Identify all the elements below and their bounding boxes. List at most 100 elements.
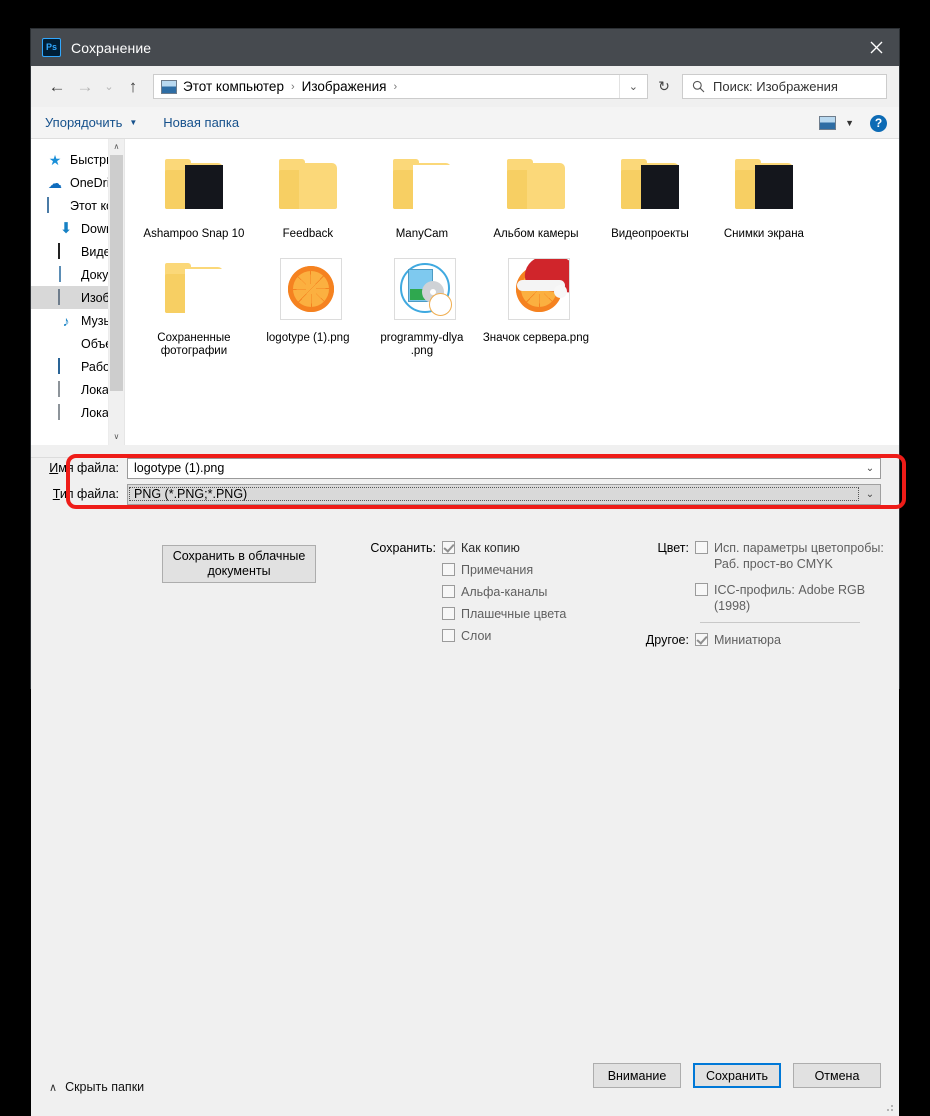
scrollbar-thumb[interactable] xyxy=(109,155,123,391)
breadcrumb-item-1[interactable]: Изображения xyxy=(302,79,387,94)
toolbar: Упорядочить ▼ Новая папка ▼ ? xyxy=(31,107,899,139)
cancel-button[interactable]: Отмена xyxy=(793,1063,881,1088)
music-icon: ♪ xyxy=(62,312,70,329)
close-icon xyxy=(870,41,882,54)
address-bar[interactable]: Этот компьютер › Изображения › ⌄ xyxy=(153,74,648,99)
chevron-up-icon: ∧ xyxy=(49,1081,58,1094)
file-name-label: ManyCam xyxy=(395,228,449,240)
address-dropdown-button[interactable]: ⌄ xyxy=(618,75,647,98)
new-folder-button[interactable]: Новая папка xyxy=(163,115,239,130)
hide-folders-label: Скрыть папки xyxy=(65,1080,145,1094)
chevron-down-icon: ▼ xyxy=(129,118,138,127)
close-button[interactable] xyxy=(853,29,899,66)
list-item[interactable]: Значок сервера.png xyxy=(479,253,593,358)
checkbox-annotations[interactable] xyxy=(442,563,455,576)
hide-folders-button[interactable]: ∧ Скрыть папки xyxy=(49,1080,144,1094)
up-button[interactable]: ↑ xyxy=(119,73,147,101)
breadcrumb-item-0[interactable]: Этот компьютер xyxy=(183,79,284,94)
file-name-label: Сохраненные фотографии xyxy=(157,332,231,357)
help-button[interactable]: ? xyxy=(870,114,887,132)
filename-value: logotype (1).png xyxy=(134,461,225,475)
checkbox-proof-setup[interactable] xyxy=(695,541,708,554)
browser-body: ★ Быстрый доступ ☁ OneDrive Этот компьют… xyxy=(31,139,899,445)
checkbox-thumbnail[interactable] xyxy=(695,633,708,646)
refresh-button[interactable]: ↻ xyxy=(649,74,679,99)
file-name-label: Альбом камеры xyxy=(493,228,579,240)
scroll-up-button[interactable]: ∧ xyxy=(109,139,124,155)
view-layout-icon[interactable] xyxy=(819,116,837,130)
filetype-select[interactable]: PNG (*.PNG;*.PNG) ⌄ xyxy=(127,483,881,505)
dialog-buttons: Внимание Сохранить Отмена xyxy=(593,1063,881,1088)
filetype-row: Тип файла: PNG (*.PNG;*.PNG) ⌄ xyxy=(31,483,899,505)
checkbox-icc-profile[interactable] xyxy=(695,583,708,596)
list-item[interactable]: Альбом камеры xyxy=(479,149,593,241)
list-item[interactable]: programmy-dlya .png xyxy=(365,253,479,358)
file-name-label: Снимки экрана xyxy=(723,228,804,240)
file-name-label: Ashampoo Snap 10 xyxy=(143,228,245,240)
cloud-icon: ☁ xyxy=(48,174,62,191)
filename-input[interactable]: logotype (1).png ⌄ xyxy=(127,457,881,479)
folder-icon xyxy=(157,253,231,327)
checkbox-spot-colors[interactable] xyxy=(442,607,455,620)
option-row: Цвет: Исп. параметры цветопробы: Раб. пр… xyxy=(644,540,889,572)
sidebar-scrollbar[interactable]: ∧ ∨ xyxy=(107,139,124,445)
image-thumbnail xyxy=(385,253,459,327)
list-item[interactable]: Feedback xyxy=(251,149,365,241)
divider xyxy=(31,457,899,458)
folder-icon xyxy=(613,149,687,223)
file-name-label: Значок сервера.png xyxy=(482,332,589,344)
recent-locations-button[interactable]: ⌄ xyxy=(99,73,119,101)
option-label: Миниатюра xyxy=(714,633,781,647)
checkbox-as-copy[interactable] xyxy=(442,541,455,554)
file-list[interactable]: Ashampoo Snap 10 Feedback ManyCam Альбом… xyxy=(123,139,899,445)
save-group-label: Сохранить: xyxy=(370,541,436,555)
folder-icon xyxy=(499,149,573,223)
filename-label: Имя файла: xyxy=(49,461,119,475)
back-button[interactable]: ← xyxy=(43,73,71,101)
documents-icon xyxy=(58,265,74,283)
list-item[interactable]: Ashampoo Snap 10 xyxy=(137,149,251,241)
search-box[interactable]: Поиск: Изображения xyxy=(682,74,887,99)
folder-icon xyxy=(385,149,459,223)
view-options-caret-icon[interactable]: ▼ xyxy=(845,118,854,128)
scroll-down-button[interactable]: ∨ xyxy=(109,429,124,445)
save-button[interactable]: Сохранить xyxy=(693,1063,781,1088)
file-name-label: logotype (1).png xyxy=(266,332,350,344)
option-row: Альфа-каналы xyxy=(358,584,618,600)
organize-label: Упорядочить xyxy=(45,115,123,130)
save-to-cloud-button[interactable]: Сохранить в облачные документы xyxy=(162,545,316,583)
orange-slice-icon xyxy=(287,266,334,312)
file-name-label: Feedback xyxy=(282,228,334,240)
checkbox-layers[interactable] xyxy=(442,629,455,642)
desktop-icon xyxy=(58,357,74,375)
list-item[interactable]: logotype (1).png xyxy=(251,253,365,358)
forward-button[interactable]: → xyxy=(71,73,99,101)
filetype-label: Тип файла: xyxy=(52,487,119,501)
resize-grip[interactable] xyxy=(884,1102,894,1112)
new-folder-label: Новая папка xyxy=(163,115,240,130)
other-group-label: Другое: xyxy=(645,633,689,647)
option-row: Слои xyxy=(358,628,618,644)
option-label: Исп. параметры цветопробы: Раб. прост-во… xyxy=(714,541,884,571)
checkbox-alpha-channels[interactable] xyxy=(442,585,455,598)
folder-icon xyxy=(271,149,345,223)
list-item[interactable]: Видеопроекты xyxy=(593,149,707,241)
option-label: Примечания xyxy=(461,563,534,577)
window-title: Сохранение xyxy=(71,39,152,56)
navigation-bar: ← → ⌄ ↑ Этот компьютер › Изображения › ⌄… xyxy=(31,66,899,107)
warning-button[interactable]: Внимание xyxy=(593,1063,681,1088)
breadcrumb-separator-2: › xyxy=(393,80,398,93)
option-row: ICC-профиль: Adobe RGB (1998) xyxy=(644,582,889,614)
chevron-down-icon[interactable]: ⌄ xyxy=(860,489,880,500)
option-row: Плашечные цвета xyxy=(358,606,618,622)
organize-button[interactable]: Упорядочить ▼ xyxy=(45,115,137,130)
list-item[interactable]: Сохраненные фотографии xyxy=(137,253,251,358)
chevron-down-icon: ⌄ xyxy=(104,81,114,93)
chevron-down-icon[interactable]: ⌄ xyxy=(860,463,880,474)
color-group-label: Цвет: xyxy=(657,541,689,555)
list-item[interactable]: ManyCam xyxy=(365,149,479,241)
download-icon: ⬇ xyxy=(59,219,73,237)
option-label: Альфа-каналы xyxy=(461,585,548,599)
list-item[interactable]: Снимки экрана xyxy=(707,149,821,241)
option-row: Примечания xyxy=(358,562,618,578)
